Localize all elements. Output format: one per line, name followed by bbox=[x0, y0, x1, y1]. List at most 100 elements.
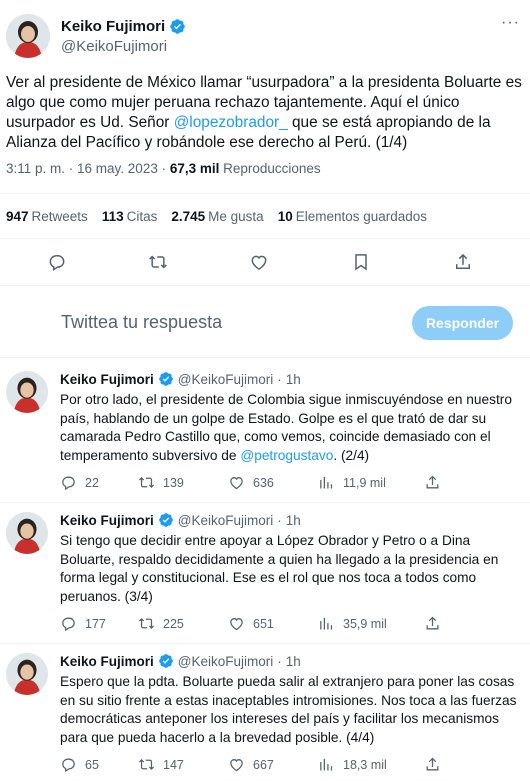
author-handle[interactable]: @KeikoFujimori bbox=[61, 38, 167, 55]
retweet-action[interactable]: 147 bbox=[138, 756, 184, 773]
retweet-action[interactable]: 139 bbox=[138, 474, 184, 491]
like-action[interactable]: 667 bbox=[228, 756, 274, 773]
tweet-text-part: . (2/4) bbox=[333, 447, 370, 463]
reply-action[interactable]: 65 bbox=[60, 756, 99, 773]
author-name[interactable]: Keiko Fujimori bbox=[60, 372, 154, 387]
retweet-icon[interactable] bbox=[148, 252, 168, 272]
bookmarks-label: Elementos guardados bbox=[295, 209, 428, 224]
reply-count: 65 bbox=[85, 757, 99, 772]
divider bbox=[0, 502, 530, 503]
bookmarks-count: 10 bbox=[277, 209, 293, 224]
like-icon bbox=[230, 618, 243, 631]
reply-icon bbox=[62, 758, 75, 773]
reply-button[interactable]: Responder bbox=[412, 306, 513, 340]
separator-dot: · bbox=[277, 371, 282, 387]
like-icon bbox=[230, 477, 243, 490]
share-action[interactable] bbox=[424, 756, 441, 773]
tweet-text: Espero que la pdta. Boluarte pueda salir… bbox=[60, 673, 520, 747]
author-handle[interactable]: @KeikoFujimori bbox=[178, 654, 273, 669]
separator-dot: · bbox=[277, 512, 282, 528]
retweet-count: 147 bbox=[163, 757, 184, 772]
retweet-action[interactable]: 225 bbox=[138, 615, 184, 632]
like-count: 636 bbox=[253, 475, 274, 490]
tweet-actions bbox=[0, 249, 530, 275]
author-name[interactable]: Keiko Fujimori bbox=[60, 654, 154, 669]
verified-badge-icon bbox=[158, 513, 173, 527]
author-name[interactable]: Keiko Fujimori bbox=[61, 18, 186, 35]
quotes-label: Citas bbox=[126, 209, 158, 224]
retweet-count: 139 bbox=[163, 475, 184, 490]
divider bbox=[0, 357, 530, 358]
view-count: 67,3 mil bbox=[169, 161, 220, 176]
verified-badge-icon bbox=[158, 654, 173, 668]
tweet-actions: 177 225 651 35,9 mil bbox=[60, 615, 480, 633]
divider bbox=[0, 238, 530, 239]
retweets-stat[interactable]: 947 Retweets bbox=[6, 209, 88, 224]
share-icon bbox=[426, 616, 439, 630]
bookmark-icon[interactable] bbox=[351, 252, 371, 272]
like-icon[interactable] bbox=[249, 252, 269, 272]
author-handle[interactable]: @KeikoFujimori bbox=[178, 372, 273, 387]
mention-link[interactable]: @lopezobrador_ bbox=[174, 114, 288, 131]
tweet-text: Por otro lado, el presidente de Colombia… bbox=[60, 391, 520, 465]
avatar[interactable] bbox=[6, 653, 48, 695]
share-icon bbox=[426, 757, 439, 771]
engagement-stats: 947 Retweets 113 Citas 2.745 Me gusta 10 Ele… bbox=[6, 209, 427, 224]
tweet-timestamp[interactable]: 1h bbox=[286, 372, 301, 387]
tweet-timestamp[interactable]: 3:11 p. m. · 16 may. 2023 · bbox=[6, 161, 170, 176]
like-icon bbox=[230, 759, 243, 772]
reply-tweet[interactable]: Keiko Fujimori @KeikoFujimori · 1h Por o… bbox=[0, 371, 530, 501]
quotes-stat[interactable]: 113 Citas bbox=[102, 209, 158, 224]
divider bbox=[0, 285, 530, 286]
views-action[interactable]: 35,9 mil bbox=[318, 615, 387, 632]
tweet-text-part: Si tengo que decidir entre apoyar a Lópe… bbox=[60, 533, 499, 604]
views-icon bbox=[320, 617, 333, 630]
bookmarks-stat[interactable]: 10 Elementos guardados bbox=[278, 209, 427, 224]
reply-icon[interactable] bbox=[47, 252, 67, 272]
author-handle[interactable]: @KeikoFujimori bbox=[178, 513, 273, 528]
tweet-timestamp[interactable]: 1h bbox=[286, 654, 301, 669]
view-count: 11,9 mil bbox=[343, 475, 386, 490]
retweet-icon bbox=[138, 476, 155, 489]
retweet-icon bbox=[138, 758, 155, 771]
avatar[interactable] bbox=[6, 371, 48, 413]
reply-action[interactable]: 22 bbox=[60, 474, 99, 491]
reply-count: 22 bbox=[85, 475, 99, 490]
retweet-icon bbox=[138, 617, 155, 630]
avatar[interactable] bbox=[6, 512, 48, 554]
like-action[interactable]: 636 bbox=[228, 474, 274, 491]
more-icon[interactable]: ··· bbox=[501, 14, 520, 32]
reply-input[interactable]: Twittea tu respuesta bbox=[61, 312, 222, 333]
retweets-count: 947 bbox=[6, 209, 29, 224]
reply-header: Keiko Fujimori @KeikoFujimori · 1h bbox=[60, 371, 301, 387]
author-name-text[interactable]: Keiko Fujimori bbox=[61, 18, 165, 35]
view-count: 18,3 mil bbox=[343, 757, 387, 772]
retweets-label: Retweets bbox=[31, 209, 88, 224]
views-icon bbox=[320, 758, 333, 771]
divider bbox=[0, 643, 530, 644]
likes-label: Me gusta bbox=[208, 209, 264, 224]
tweet-timestamp[interactable]: 1h bbox=[286, 513, 301, 528]
avatar[interactable] bbox=[6, 14, 50, 58]
views-action[interactable]: 11,9 mil bbox=[318, 474, 386, 491]
reply-icon bbox=[62, 617, 75, 632]
author-name[interactable]: Keiko Fujimori bbox=[60, 513, 154, 528]
tweet-actions: 65 147 667 18,3 mil bbox=[60, 756, 480, 774]
reply-action[interactable]: 177 bbox=[60, 615, 106, 632]
views-action[interactable]: 18,3 mil bbox=[318, 756, 387, 773]
mention-link[interactable]: @petrogustavo bbox=[240, 448, 333, 463]
reply-count: 177 bbox=[85, 616, 106, 631]
likes-stat[interactable]: 2.745 Me gusta bbox=[171, 209, 263, 224]
retweet-count: 225 bbox=[163, 616, 184, 631]
likes-count: 2.745 bbox=[171, 209, 206, 224]
quotes-count: 113 bbox=[101, 209, 124, 224]
tweet-text: Ver al presidente de México llamar “usur… bbox=[6, 73, 526, 153]
like-action[interactable]: 651 bbox=[228, 615, 274, 632]
share-action[interactable] bbox=[424, 615, 441, 632]
share-icon[interactable] bbox=[453, 252, 473, 272]
reply-composer: Twittea tu respuesta Responder bbox=[0, 300, 530, 346]
share-action[interactable] bbox=[424, 474, 441, 491]
reply-tweet[interactable]: Keiko Fujimori @KeikoFujimori · 1h Si te… bbox=[0, 512, 530, 642]
tweet-actions: 22 139 636 11,9 mil bbox=[60, 474, 480, 492]
reply-tweet[interactable]: Keiko Fujimori @KeikoFujimori · 1h Esper… bbox=[0, 653, 530, 781]
